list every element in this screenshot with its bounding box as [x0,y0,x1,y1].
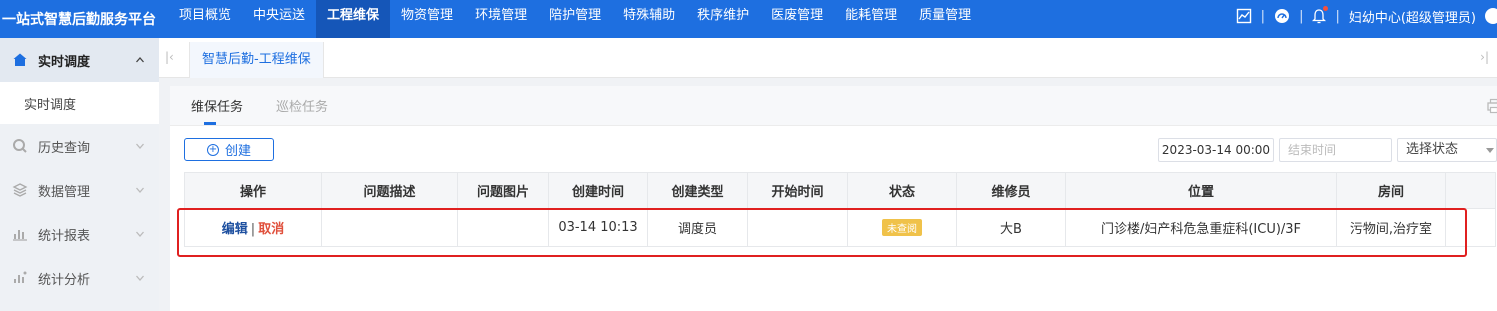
main-area: |‹ 智慧后勤-工程维保 ›| 维保任务 巡检任务 + 创建 2023-03-1… [159,38,1497,311]
chart-icon[interactable] [1236,8,1252,24]
table-header-row: 操作 问题描述 问题图片 创建时间 创建类型 开始时间 状态 维修员 位置 房间 [184,172,1496,209]
sidebar-item-label: 统计报表 [38,228,91,244]
cancel-link[interactable]: 取消 [258,222,284,237]
column-header: 房间 [1336,172,1446,209]
cell-status: 未查阅 [847,208,957,247]
nav-item-special-assist[interactable]: 特殊辅助 [612,0,686,32]
chevron-up-icon [135,54,145,69]
column-header: 问题描述 [321,172,458,209]
edit-link[interactable]: 编辑 [222,222,248,237]
start-date-input[interactable]: 2023-03-14 00:00 [1158,138,1274,162]
bar-chart-icon [12,226,28,242]
sidebar-item-label: 数据管理 [38,184,91,200]
history-icon [12,138,28,154]
cell-description [321,208,458,247]
sidebar-item-label: 实时调度 [38,54,91,70]
plus-icon: + [206,143,219,156]
column-header: 维修员 [956,172,1066,209]
chevron-down-icon [135,228,145,243]
cell-actions: 编辑 | 取消 [184,208,322,247]
chevron-down-icon [135,272,145,287]
column-header-empty [1445,172,1496,209]
cell-image [457,208,549,247]
cell-room: 污物间,治疗室 [1336,208,1446,247]
nav-item-medical-waste[interactable]: 医废管理 [760,0,834,32]
nav-item-materials[interactable]: 物资管理 [390,0,464,32]
user-name[interactable]: 妇幼中心(超级管理员) [1349,7,1476,26]
nav-item-quality[interactable]: 质量管理 [908,0,982,32]
status-select[interactable]: 选择状态 [1397,138,1497,162]
sidebar-item-realtime[interactable]: 实时调度 [0,38,159,82]
task-table: 操作 问题描述 问题图片 创建时间 创建类型 开始时间 状态 维修员 位置 房间… [184,172,1496,247]
sidebar-item-label: 统计分析 [38,272,91,288]
tab-inspection-tasks[interactable]: 巡检任务 [276,96,328,115]
end-date-input[interactable]: 结束时间 [1279,138,1392,162]
cell-empty [1445,208,1496,247]
cell-location: 门诊楼/妇产科危急重症科(ICU)/3F [1065,208,1337,247]
column-header: 操作 [184,172,322,209]
cell-start-time [747,208,848,247]
nav-item-order[interactable]: 秩序维护 [686,0,760,32]
sidebar-item-analysis[interactable]: 统计分析 [0,256,159,300]
top-bar: 一站式智慧后勤服务平台 项目概览 中央运送 工程维保 物资管理 环境管理 陪护管… [0,0,1497,38]
caret-down-icon [1486,148,1494,153]
create-button-label: 创建 [224,144,251,159]
nav-item-energy[interactable]: 能耗管理 [834,0,908,32]
dashboard-icon[interactable] [1274,8,1290,24]
cell-repairer: 大B [956,208,1066,247]
nav-item-overview[interactable]: 项目概览 [168,0,242,32]
notification-dot [1323,6,1329,11]
avatar[interactable] [1485,8,1497,24]
top-nav: 项目概览 中央运送 工程维保 物资管理 环境管理 陪护管理 特殊辅助 秩序维护 … [168,0,982,38]
create-button[interactable]: + 创建 [184,138,274,161]
bell-icon[interactable] [1312,6,1329,24]
subtab-bar: 维保任务 巡检任务 [170,86,1497,126]
header-right: | | | 妇幼中心(超级管理员) [1236,0,1497,32]
tab-maintenance-tasks[interactable]: 维保任务 [191,96,243,115]
sidebar-item-label: 历史查询 [38,140,91,156]
nav-item-central-transport[interactable]: 中央运送 [242,0,316,32]
header-separator: | [1260,8,1266,24]
analysis-icon [12,270,28,286]
column-header: 创建时间 [548,172,648,209]
active-tab-indicator [204,122,216,125]
chevron-down-icon [135,184,145,199]
nav-item-environment[interactable]: 环境管理 [464,0,538,32]
table-row: 编辑 | 取消 03-14 10:13 调度员 未查阅 大B 门诊楼/妇产科危急重症… [184,208,1496,247]
print-icon[interactable] [1487,98,1497,114]
content-panel: 维保任务 巡检任务 + 创建 2023-03-14 00:00 结束时间 选择状… [170,86,1497,311]
column-header: 位置 [1065,172,1337,209]
layers-icon [12,182,28,198]
nav-item-engineering[interactable]: 工程维保 [316,0,391,38]
column-header: 创建类型 [647,172,748,209]
column-header: 问题图片 [457,172,549,209]
chevron-down-icon [135,140,145,155]
sidebar-item-reports[interactable]: 统计报表 [0,212,159,256]
sidebar-subitem-realtime[interactable]: 实时调度 [0,82,159,124]
sidebar-item-history[interactable]: 历史查询 [0,124,159,168]
column-header: 开始时间 [747,172,848,209]
header-separator: | [1335,8,1340,24]
nav-item-escort[interactable]: 陪护管理 [538,0,612,32]
status-select-label: 选择状态 [1406,142,1459,157]
header-separator: | [1299,8,1304,24]
cell-created-at: 03-14 10:13 [548,208,648,247]
column-header: 状态 [847,172,957,209]
app-title: 一站式智慧后勤服务平台 [2,12,156,28]
home-icon [12,52,28,68]
tab-scroll-right-icon[interactable]: ›| [1480,50,1489,64]
action-separator: | [250,222,256,237]
status-badge: 未查阅 [882,219,922,236]
cell-create-type: 调度员 [647,208,748,247]
tab-scroll-left-icon[interactable]: |‹ [165,50,174,64]
tab-engineering-maintenance[interactable]: 智慧后勤-工程维保 [189,42,324,78]
sidebar: 实时调度 实时调度 历史查询 数据管理 统计报表 统计分析 [0,38,159,311]
page-tab-bar: |‹ 智慧后勤-工程维保 ›| [159,38,1497,78]
sidebar-item-data[interactable]: 数据管理 [0,168,159,212]
